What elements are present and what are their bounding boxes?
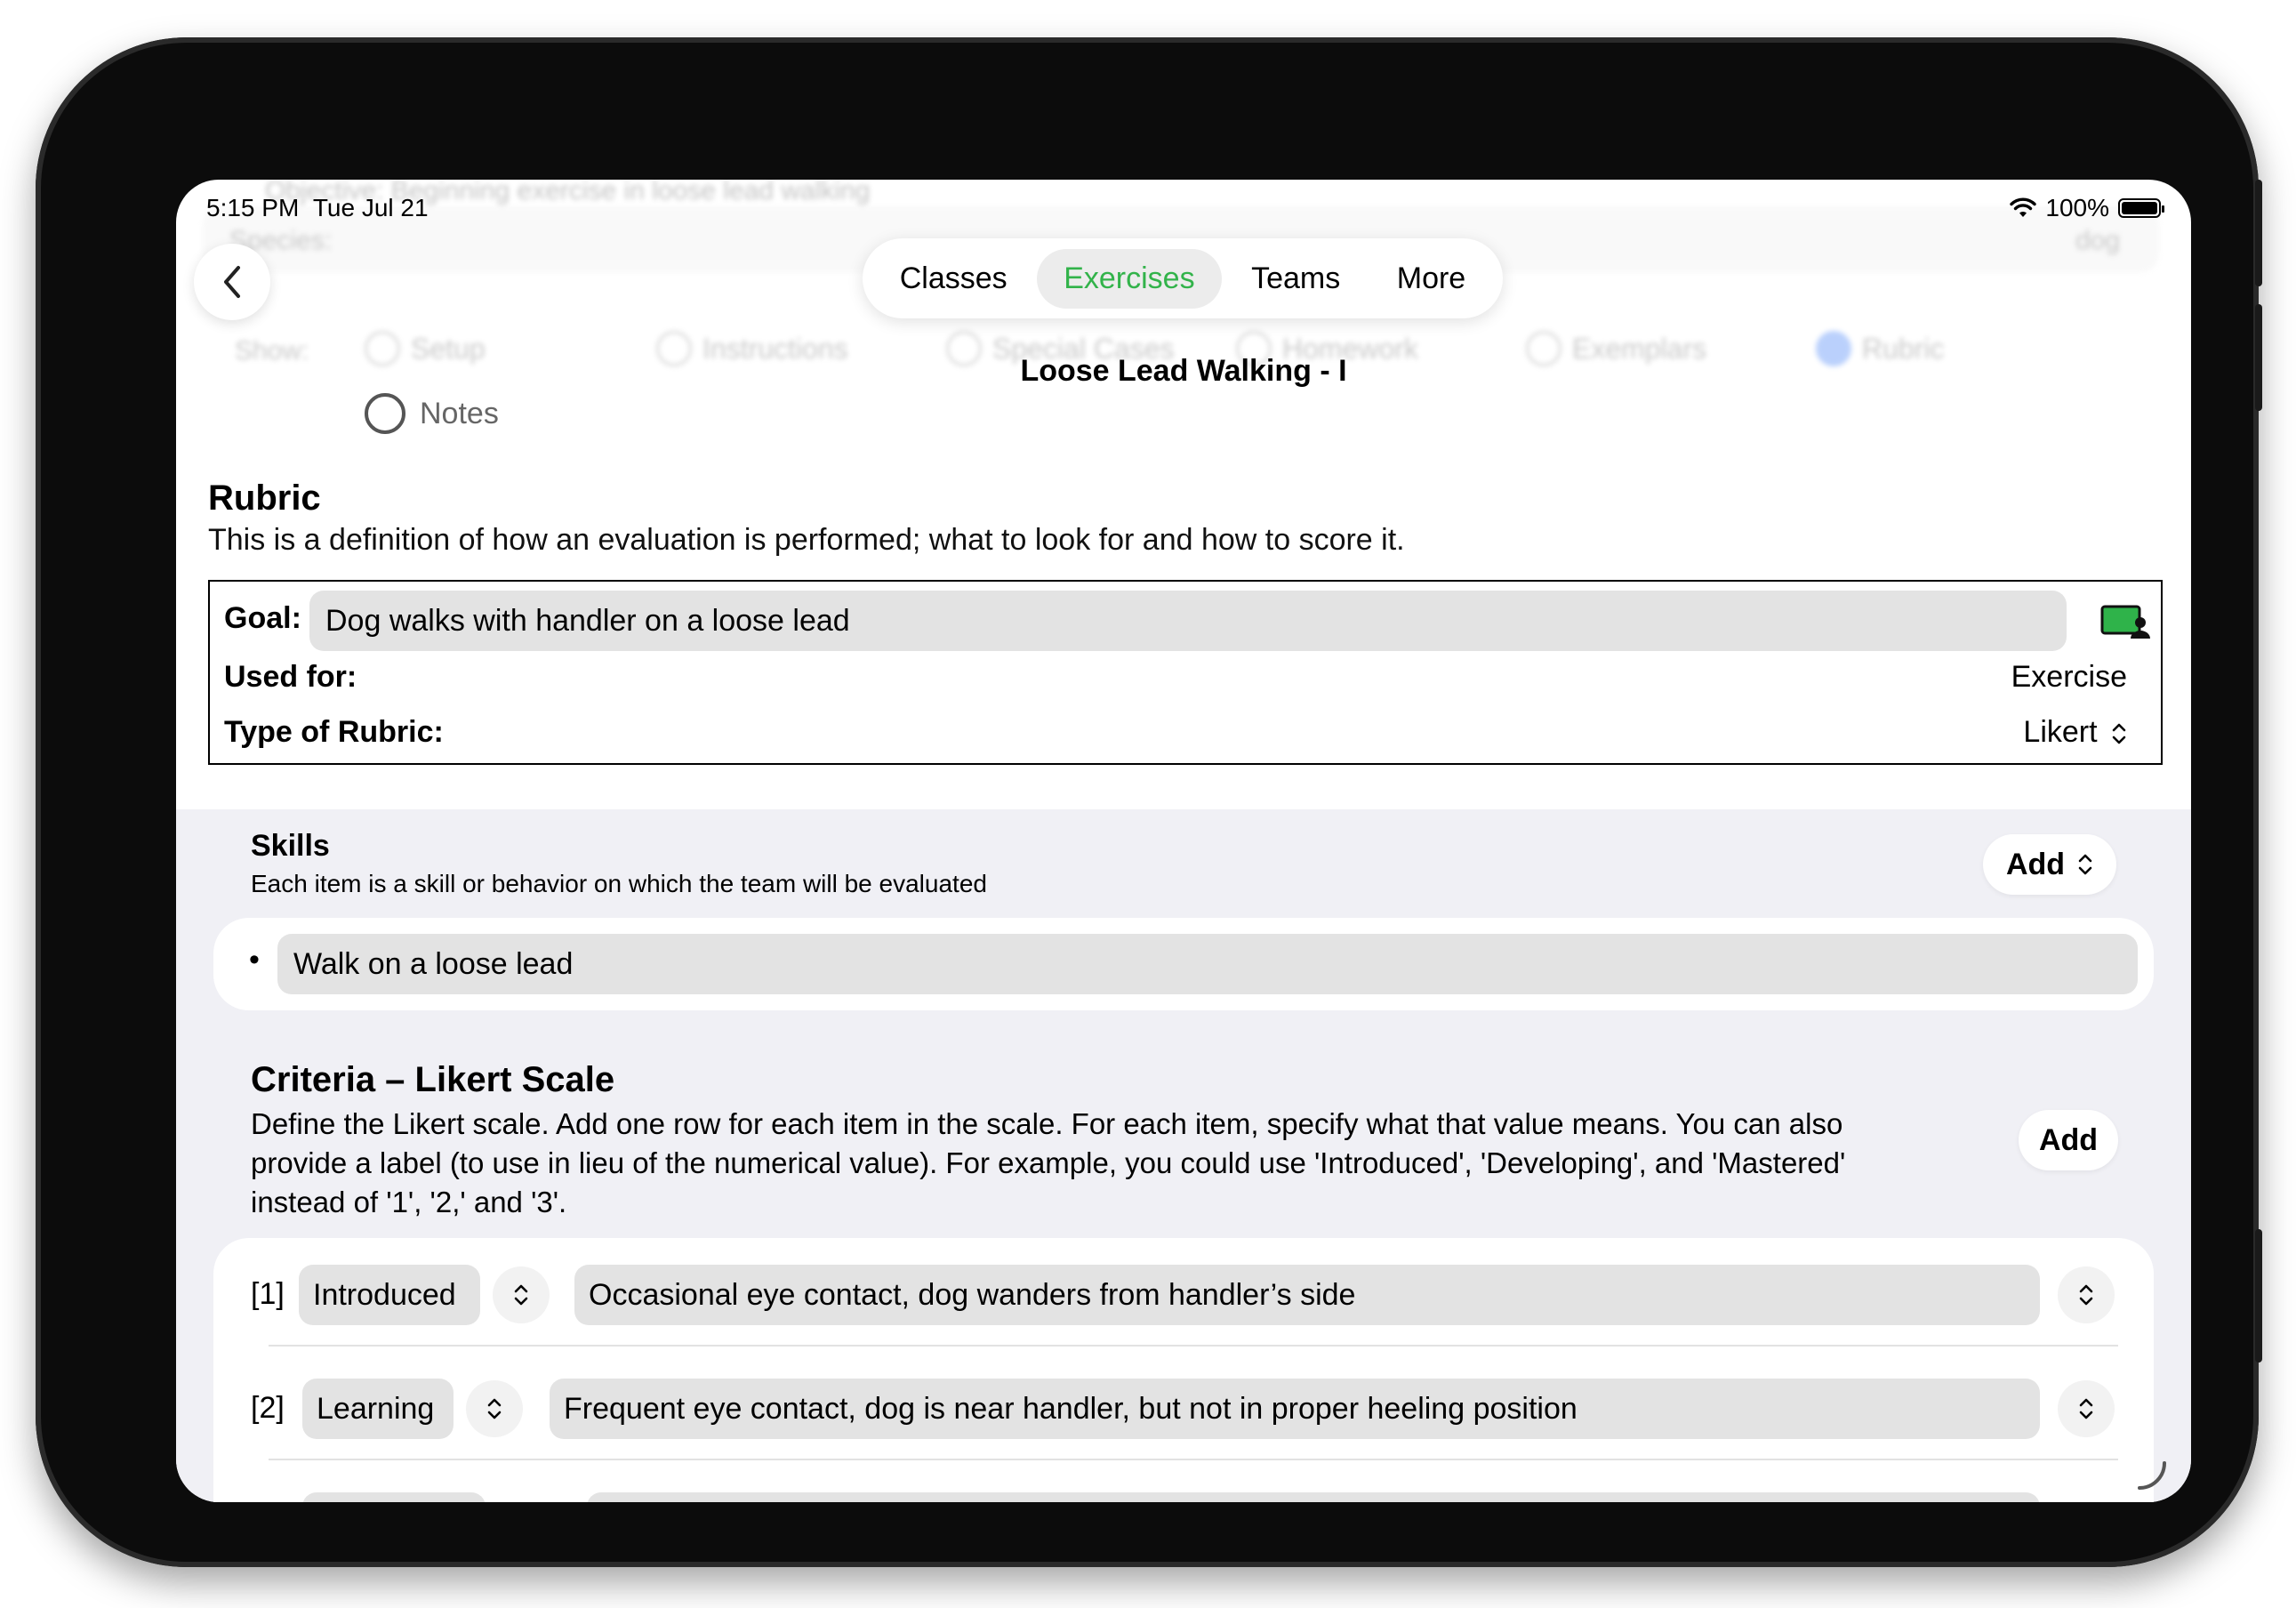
tab-bar: Classes Exercises Teams More: [863, 238, 1503, 318]
list-bullet: •: [249, 943, 260, 977]
goal-input[interactable]: Dog walks with handler on a loose lead: [309, 591, 2067, 651]
battery-percent: 100%: [2045, 194, 2109, 221]
criterion-description-input[interactable]: [587, 1492, 2040, 1502]
power-button: [2255, 1229, 2262, 1363]
tab-classes[interactable]: Classes: [873, 249, 1034, 309]
ipad-frame: Objective: Beginning exercise in loose l…: [36, 37, 2262, 1567]
criterion-order-stepper[interactable]: [2058, 1380, 2115, 1437]
radio-circle-icon: [365, 393, 405, 434]
add-skill-button[interactable]: Add: [1983, 834, 2116, 895]
wifi-icon: [2010, 197, 2037, 217]
criterion-description-input[interactable]: Frequent eye contact, dog is near handle…: [550, 1379, 2040, 1439]
screen: Objective: Beginning exercise in loose l…: [176, 180, 2191, 1502]
criterion-label-input[interactable]: Introduced: [299, 1265, 480, 1325]
criterion-number: [2]: [251, 1391, 285, 1425]
rubric-details-box: Goal: Dog walks with handler on a loose …: [208, 580, 2163, 765]
rubric-description: This is a definition of how an evaluatio…: [208, 523, 1405, 557]
skills-description: Each item is a skill or behavior on whic…: [251, 870, 987, 897]
skill-input[interactable]: Walk on a loose lead: [277, 934, 2138, 994]
chevron-up-down-icon: [514, 1284, 528, 1306]
criterion-label-input[interactable]: Learning: [302, 1379, 454, 1439]
radio-notes-label: Notes: [420, 396, 499, 430]
radio-notes[interactable]: Notes: [365, 393, 499, 434]
rubric-type-picker[interactable]: Likert: [2023, 715, 2127, 750]
criterion-number: [1]: [251, 1277, 285, 1311]
chevron-left-icon: [224, 266, 240, 298]
used-for-label: Used for:: [224, 660, 357, 694]
status-time: 5:15 PM Tue Jul 21: [206, 194, 429, 221]
resize-handle-icon[interactable]: [2136, 1459, 2168, 1491]
criteria-heading: Criteria – Likert Scale: [251, 1060, 615, 1099]
criterion-row-partial: [213, 1466, 2154, 1502]
volume-button: [2255, 180, 2262, 286]
chevron-up-down-icon: [2112, 723, 2126, 744]
criteria-list: [1] Introduced Occasional eye contact, d…: [213, 1238, 2154, 1502]
tab-more[interactable]: More: [1370, 249, 1492, 309]
goal-label: Goal:: [224, 601, 301, 635]
tab-exercises[interactable]: Exercises: [1037, 248, 1222, 309]
row-divider: [269, 1459, 2118, 1460]
chevron-up-down-icon: [487, 1398, 502, 1419]
status-bar: 5:15 PM Tue Jul 21 100%: [176, 180, 2191, 242]
add-skill-label: Add: [2005, 847, 2066, 881]
add-criterion-button[interactable]: Add: [2019, 1110, 2118, 1170]
assign-to-team-icon[interactable]: [2100, 605, 2150, 640]
volume-button: [2255, 304, 2262, 411]
criterion-description-input[interactable]: Occasional eye contact, dog wanders from…: [574, 1265, 2040, 1325]
chevron-up-down-icon: [2079, 1284, 2093, 1306]
row-divider: [269, 1345, 2118, 1347]
page-title: Loose Lead Walking - I: [1020, 354, 1347, 388]
criteria-description: Define the Likert scale. Add one row for…: [251, 1107, 1846, 1218]
rubric-type-value: Likert: [2023, 715, 2098, 749]
rubric-heading: Rubric: [208, 478, 321, 518]
add-criterion-label: Add: [2038, 1122, 2099, 1157]
criterion-label-input[interactable]: [302, 1492, 486, 1502]
criterion-row: [2] Learning Frequent eye contact, dog i…: [213, 1352, 2154, 1460]
criterion-label-stepper[interactable]: [466, 1380, 523, 1437]
criterion-label-stepper[interactable]: [493, 1266, 550, 1323]
status-right: 100%: [2010, 194, 2164, 222]
used-for-value: Exercise: [2011, 660, 2127, 694]
criterion-row: [1] Introduced Occasional eye contact, d…: [213, 1238, 2154, 1347]
tab-teams[interactable]: Teams: [1224, 249, 1367, 309]
skills-heading: Skills: [251, 829, 330, 863]
chevron-up-down-icon: [2079, 1398, 2093, 1419]
chevron-up-down-icon: [2078, 854, 2092, 875]
rubric-type-label: Type of Rubric:: [224, 715, 444, 749]
battery-icon: [2118, 198, 2164, 218]
criterion-order-stepper[interactable]: [2058, 1266, 2115, 1323]
back-button[interactable]: [194, 244, 270, 320]
skills-list: • Walk on a loose lead: [213, 918, 2154, 1010]
